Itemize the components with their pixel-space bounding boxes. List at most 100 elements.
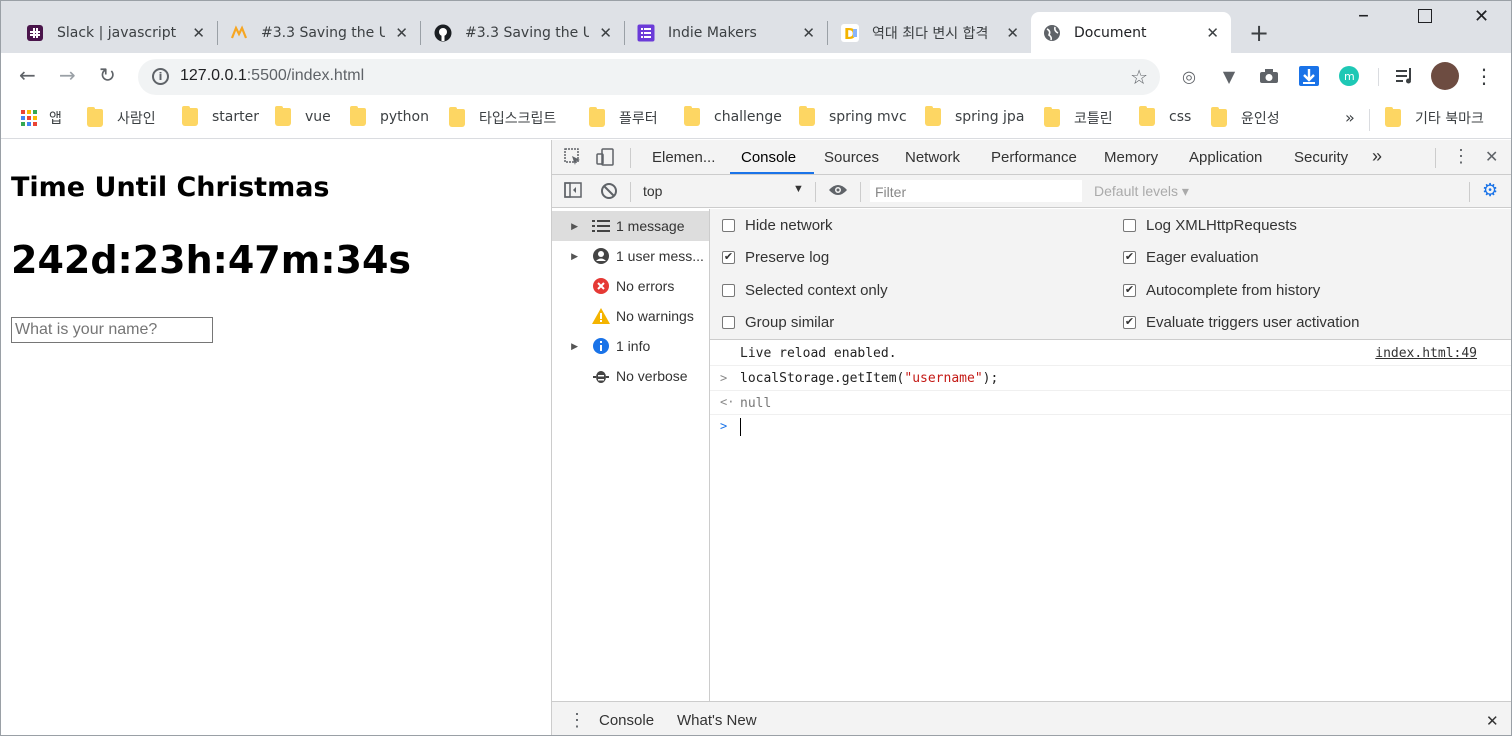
checkbox-eager-evaluation[interactable]: ✔ Eager evaluation: [1123, 249, 1259, 266]
camera-icon[interactable]: [1258, 65, 1280, 87]
bookmark-folder[interactable]: spring mvc: [799, 106, 907, 126]
sidebar-label: No errors: [616, 278, 675, 294]
console-filter-input[interactable]: Filter: [870, 180, 1082, 202]
checkbox-log-xhr[interactable]: Log XMLHttpRequests: [1123, 217, 1297, 234]
bookmark-folder[interactable]: spring jpa: [925, 106, 1024, 126]
info-icon[interactable]: i: [152, 68, 169, 85]
download-icon[interactable]: [1298, 65, 1320, 87]
bookmark-folder[interactable]: 윤인성: [1211, 107, 1280, 128]
drawer-close-icon[interactable]: ✕: [1486, 712, 1499, 730]
name-input[interactable]: [11, 317, 213, 343]
forward-icon[interactable]: →: [59, 63, 76, 87]
bookmark-folder[interactable]: 플루터: [589, 107, 658, 128]
clear-console-icon[interactable]: [600, 182, 618, 205]
minimize-icon[interactable]: –: [1358, 3, 1369, 28]
tab-memory[interactable]: Memory: [1104, 149, 1158, 166]
devtools-menu-icon[interactable]: ⋮: [1452, 146, 1470, 167]
gear-icon[interactable]: ⚙: [1482, 180, 1498, 201]
tab-elements[interactable]: Elemen...: [652, 149, 715, 166]
bookmark-apps[interactable]: 앱: [21, 108, 62, 128]
tab-network[interactable]: Network: [905, 149, 960, 166]
browser-toolbar: ← → ↻ i 127.0.0.1:5500/index.html ☆ ◎ ▼ …: [1, 53, 1511, 101]
bookmark-label: starter: [212, 109, 259, 125]
extension-vue-icon[interactable]: ▼: [1218, 65, 1240, 87]
expand-arrow-icon: ▶: [571, 220, 578, 231]
drawer-tab-console[interactable]: Console: [599, 712, 654, 729]
extension-m-icon[interactable]: m: [1338, 65, 1360, 87]
sidebar-item-verbose[interactable]: No verbose: [552, 361, 709, 391]
bookmark-folder[interactable]: starter: [182, 106, 259, 126]
more-tabs-button[interactable]: »: [1372, 146, 1382, 167]
tab-daum[interactable]: D 역대 최다 변시 합격 ✕: [829, 12, 1031, 53]
checkbox-hide-network[interactable]: Hide network: [722, 217, 833, 234]
device-toolbar-icon[interactable]: [596, 148, 616, 171]
sidebar-item-messages[interactable]: ▶ 1 message: [552, 211, 709, 241]
address-bar[interactable]: i 127.0.0.1:5500/index.html ☆: [138, 59, 1160, 95]
log-message: Live reload enabled.: [740, 346, 897, 361]
media-control-icon[interactable]: [1394, 65, 1416, 87]
inspect-element-icon[interactable]: [564, 148, 582, 171]
checkbox-evaluate-triggers[interactable]: ✔ Evaluate triggers user activation: [1123, 314, 1359, 331]
menu-kebab-icon[interactable]: ⋮: [1473, 64, 1495, 88]
drawer-tab-whats-new[interactable]: What's New: [677, 712, 757, 729]
maximize-icon[interactable]: [1418, 9, 1432, 23]
chevron-down-icon[interactable]: ▼: [793, 183, 804, 195]
sidebar-label: No verbose: [616, 368, 688, 384]
bookmark-folder[interactable]: 타입스크립트: [449, 107, 556, 128]
tab-document[interactable]: Document ✕: [1031, 12, 1231, 53]
checkbox-autocomplete-history[interactable]: ✔ Autocomplete from history: [1123, 282, 1320, 299]
checkbox-label: Group similar: [745, 314, 835, 331]
prompt-chevron-icon: >: [720, 419, 728, 433]
checkbox-selected-context[interactable]: Selected context only: [722, 282, 888, 299]
close-icon[interactable]: ✕: [192, 24, 205, 42]
tab-security[interactable]: Security: [1294, 149, 1348, 166]
back-icon[interactable]: ←: [19, 63, 36, 87]
folder-icon: [275, 106, 291, 126]
globe-icon: [1043, 24, 1061, 42]
bookmark-other[interactable]: 기타 북마크: [1385, 107, 1484, 128]
close-icon[interactable]: ✕: [1006, 24, 1019, 42]
close-icon[interactable]: ✕: [599, 24, 612, 42]
log-levels-dropdown[interactable]: Default levels ▾: [1094, 183, 1189, 200]
sidebar-item-errors[interactable]: No errors: [552, 271, 709, 301]
drawer-menu-icon[interactable]: ⋮: [568, 710, 586, 731]
sidebar-item-warnings[interactable]: No warnings: [552, 301, 709, 331]
checkbox-group-similar[interactable]: Group similar: [722, 314, 834, 331]
bookmark-folder[interactable]: challenge: [684, 106, 782, 126]
tab-nomad[interactable]: #3.3 Saving the Use ✕: [218, 12, 420, 53]
context-selector[interactable]: top: [643, 183, 662, 199]
bookmark-folder[interactable]: 사람인: [87, 107, 156, 128]
log-source-link[interactable]: index.html:49: [1375, 346, 1477, 361]
bookmark-folder[interactable]: vue: [275, 106, 331, 126]
bookmark-folder[interactable]: python: [350, 106, 429, 126]
bookmark-star-icon[interactable]: ☆: [1130, 65, 1148, 89]
console-prompt[interactable]: >: [710, 415, 1511, 441]
profile-avatar[interactable]: [1431, 62, 1459, 90]
sidebar-item-info[interactable]: ▶ 1 info: [552, 331, 709, 361]
checkbox-preserve-log[interactable]: ✔ Preserve log: [722, 249, 829, 266]
close-icon[interactable]: ✕: [1206, 24, 1219, 42]
tab-application[interactable]: Application: [1189, 149, 1262, 166]
folder-icon: [87, 107, 103, 127]
tab-console[interactable]: Console: [741, 149, 796, 166]
devtools-divider: [630, 148, 631, 168]
bookmark-folder[interactable]: 코틀린: [1044, 107, 1113, 128]
live-expression-eye-icon[interactable]: [828, 181, 848, 202]
tab-slack[interactable]: Slack | javascript | N ✕: [14, 12, 217, 53]
close-icon[interactable]: ✕: [395, 24, 408, 42]
sidebar-toggle-icon[interactable]: [564, 182, 582, 203]
extension-target-icon[interactable]: ◎: [1178, 65, 1200, 87]
sidebar-item-user-messages[interactable]: ▶ 1 user mess...: [552, 241, 709, 271]
bookmark-folder[interactable]: css: [1139, 106, 1191, 126]
tab-github[interactable]: #3.3 Saving the Use ✕: [422, 12, 624, 53]
devtools-close-icon[interactable]: ✕: [1485, 147, 1498, 167]
reload-icon[interactable]: ↻: [99, 63, 116, 87]
new-tab-button[interactable]: +: [1249, 19, 1269, 47]
address-url[interactable]: 127.0.0.1:5500/index.html: [180, 67, 364, 85]
tab-sources[interactable]: Sources: [824, 149, 879, 166]
bookmarks-overflow-button[interactable]: »: [1345, 108, 1355, 127]
tab-indie-makers[interactable]: Indie Makers ✕: [625, 12, 827, 53]
close-icon[interactable]: ✕: [802, 24, 815, 42]
tab-performance[interactable]: Performance: [991, 149, 1077, 166]
window-close-icon[interactable]: ✕: [1474, 6, 1489, 27]
